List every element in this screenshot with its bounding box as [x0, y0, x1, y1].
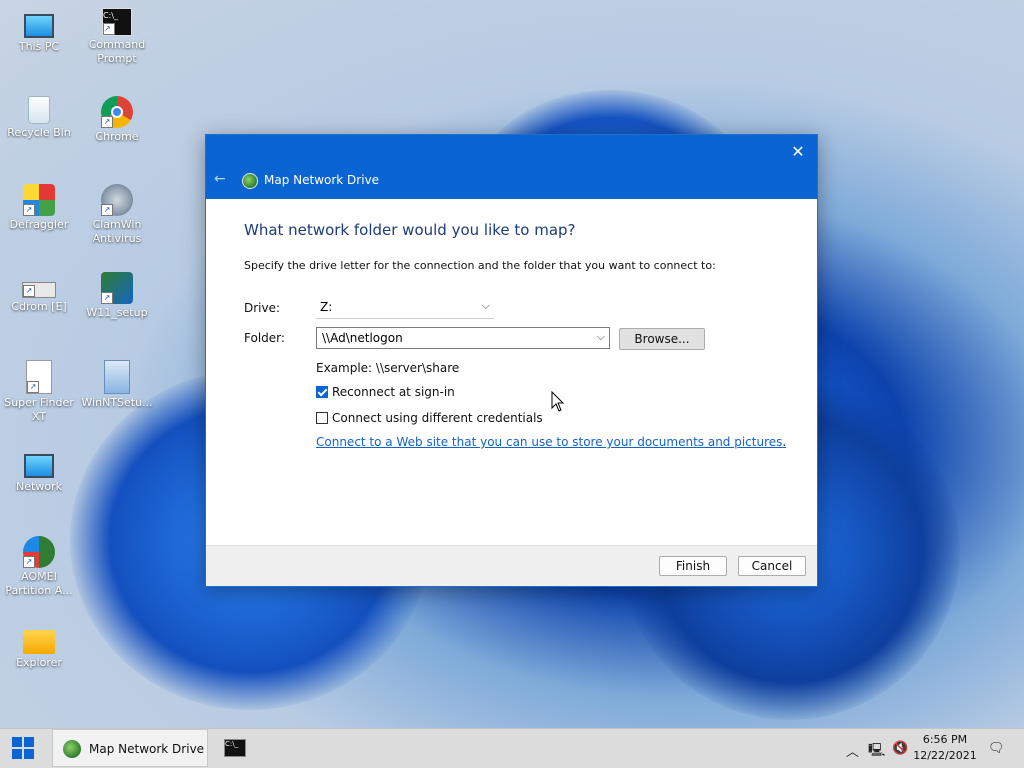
desktop-icon-w11-setup[interactable]: ↗ W11_setup: [78, 272, 156, 320]
desktop-icon-super-finder[interactable]: ↗ Super Finder XT: [0, 360, 78, 424]
reconnect-checkbox[interactable]: [316, 386, 328, 398]
desktop-icon-label: Defraggler: [9, 218, 69, 231]
notification-icon[interactable]: 🗨: [988, 741, 1005, 756]
shortcut-arrow-icon: ↗: [23, 285, 35, 297]
winntsetup-icon: [104, 360, 130, 394]
command-prompt-icon: C:\_ ↗: [102, 8, 132, 36]
credentials-label: Connect using different credentials: [332, 411, 543, 425]
network-drive-icon: [242, 173, 258, 189]
cdrom-drive-icon: ↗: [22, 282, 56, 298]
clamwin-icon: ↗: [101, 184, 133, 216]
aomei-icon: ↗: [23, 536, 55, 568]
shortcut-arrow-icon: ↗: [23, 556, 35, 568]
desktop-icon-command-prompt[interactable]: C:\_ ↗ Command Prompt: [78, 8, 156, 66]
network-drive-icon: [63, 740, 81, 758]
folder-value: \\Ad\netlogon: [322, 331, 403, 345]
taskbar: Map Network Drive C:\_ ︿ 🖳 🔇 6:56 PM 12/…: [0, 728, 1024, 768]
desktop-icon-label: Explorer: [16, 656, 62, 669]
folder-label: Folder:: [244, 331, 285, 345]
desktop-icon-label: Recycle Bin: [7, 126, 71, 139]
drive-label: Drive:: [244, 301, 281, 315]
desktop-icon-clamwin[interactable]: ↗ ClamWin Antivirus: [78, 184, 156, 246]
desktop-icon-label: Network: [16, 480, 62, 493]
desktop-icon-explorer[interactable]: Explorer: [0, 624, 78, 670]
desktop-icon-chrome[interactable]: ↗ Chrome: [78, 96, 156, 144]
web-site-link[interactable]: Connect to a Web site that you can use t…: [316, 435, 786, 449]
taskbar-app-map-network-drive[interactable]: Map Network Drive: [52, 729, 208, 767]
shortcut-arrow-icon: ↗: [101, 116, 113, 128]
dialog-content: What network folder would you like to ma…: [206, 199, 817, 546]
folder-input[interactable]: \\Ad\netlogon ⌵: [316, 327, 610, 349]
reconnect-label: Reconnect at sign-in: [332, 385, 455, 399]
web-site-link-suffix: .: [782, 435, 787, 449]
network-icon: [24, 454, 54, 478]
map-network-drive-dialog: ✕ ← Map Network Drive What network folde…: [205, 134, 818, 587]
desktop-icon-label: Chrome: [95, 130, 139, 143]
magnifier-icon: ↗: [26, 360, 52, 394]
volume-muted-icon[interactable]: 🔇: [892, 741, 908, 756]
desktop-icon-cdrom[interactable]: ↗ Cdrom [E]: [0, 272, 78, 314]
desktop-icon-winntsetup[interactable]: WinNTSetu...: [78, 360, 156, 410]
clock-date: 12/22/2021: [913, 749, 977, 762]
shortcut-arrow-icon: ↗: [103, 23, 115, 35]
chevron-down-icon[interactable]: ⌵: [597, 330, 605, 344]
recycle-bin-icon: [28, 96, 50, 124]
web-site-link-text[interactable]: Connect to a Web site that you can use t…: [316, 435, 782, 449]
dialog-titlebar: ✕ ← Map Network Drive: [206, 135, 817, 199]
desktop-icon-recycle-bin[interactable]: Recycle Bin: [0, 96, 78, 140]
desktop-icon-aomei[interactable]: ↗ AOMEI Partition A...: [0, 536, 78, 598]
reconnect-option[interactable]: Reconnect at sign-in: [316, 385, 455, 399]
desktop-icon-network[interactable]: Network: [0, 448, 78, 494]
drive-value: Z:: [320, 300, 333, 314]
dialog-heading: What network folder would you like to ma…: [244, 221, 576, 239]
credentials-checkbox[interactable]: [316, 412, 328, 424]
desktop-icon-label: Super Finder XT: [4, 396, 74, 423]
shortcut-arrow-icon: ↗: [23, 204, 35, 216]
mouse-cursor-icon: [551, 391, 565, 412]
shortcut-arrow-icon: ↗: [27, 381, 39, 393]
computer-icon: [24, 14, 54, 38]
setup-icon: ↗: [101, 272, 133, 304]
folder-icon: [23, 630, 55, 654]
desktop-icon-label: This PC: [18, 40, 60, 53]
windows-start-icon[interactable]: [12, 737, 34, 759]
back-arrow-icon[interactable]: ←: [214, 171, 226, 187]
cancel-button[interactable]: Cancel: [738, 556, 806, 576]
desktop-icon-this-pc[interactable]: This PC: [0, 8, 78, 54]
browse-button[interactable]: Browse...: [619, 328, 705, 350]
chevron-up-icon[interactable]: ︿: [846, 741, 859, 760]
desktop-icon-defraggler[interactable]: ↗ Defraggler: [0, 184, 78, 232]
shortcut-arrow-icon: ↗: [101, 204, 113, 216]
dialog-title: Map Network Drive: [264, 173, 380, 187]
network-status-icon[interactable]: 🖳: [868, 741, 885, 763]
command-prompt-taskbar-icon[interactable]: C:\_: [224, 739, 246, 757]
system-clock[interactable]: 6:56 PM 12/22/2021: [912, 732, 978, 764]
taskbar-app-label: Map Network Drive: [89, 742, 205, 756]
chrome-icon: ↗: [101, 96, 133, 128]
chevron-down-icon: ⌵: [481, 299, 490, 312]
shortcut-arrow-icon: ↗: [101, 292, 113, 304]
finish-button[interactable]: Finish: [659, 556, 727, 576]
desktop-icon-label: Cdrom [E]: [11, 300, 67, 313]
example-text: Example: \\server\share: [316, 361, 460, 375]
defraggler-icon: ↗: [23, 184, 55, 216]
drive-select[interactable]: Z: ⌵: [316, 297, 494, 319]
instruction-text: Specify the drive letter for the connect…: [244, 259, 716, 272]
clock-time: 6:56 PM: [922, 733, 968, 746]
desktop-icon-label: AOMEI Partition A...: [5, 570, 73, 597]
desktop-icon-label: W11_setup: [86, 306, 148, 319]
credentials-option[interactable]: Connect using different credentials: [316, 411, 543, 425]
desktop-icon-label: Command Prompt: [88, 38, 146, 65]
desktop-icon-label: ClamWin Antivirus: [92, 218, 142, 245]
close-icon[interactable]: ✕: [787, 141, 809, 163]
desktop-icon-label: WinNTSetu...: [81, 396, 153, 409]
dialog-footer: Finish Cancel: [206, 545, 817, 586]
